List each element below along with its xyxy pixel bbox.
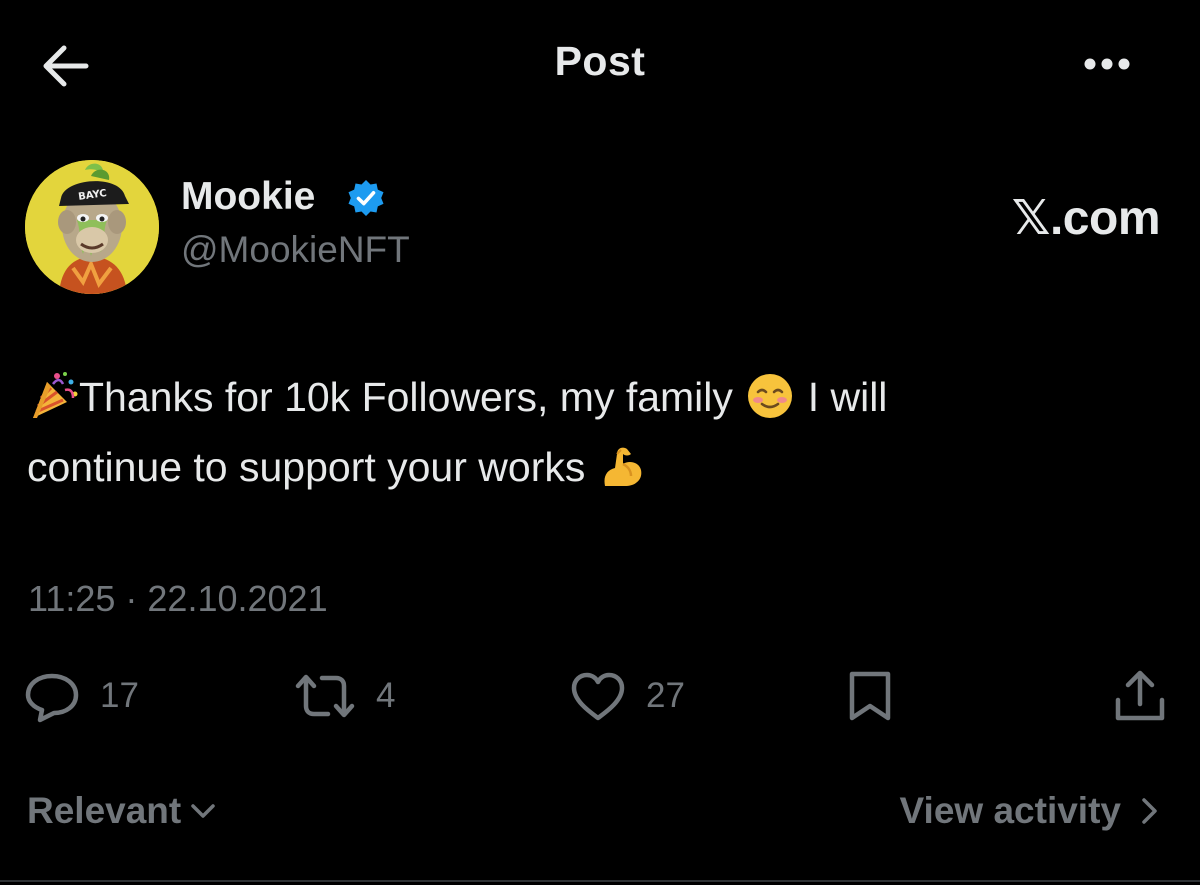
share-button[interactable]: [1110, 668, 1170, 724]
page-title: Post: [554, 38, 646, 84]
post-text-segment-2: I will: [796, 374, 888, 420]
flexed-biceps-icon: [604, 447, 642, 487]
party-popper-icon: [33, 372, 78, 419]
reply-button[interactable]: 17: [22, 668, 139, 724]
verified-badge-icon: [346, 178, 386, 218]
like-count: 27: [646, 676, 685, 715]
heart-icon: [571, 672, 625, 721]
post-text-segment-3: continue to support your works: [27, 444, 597, 490]
view-activity-label: View activity: [899, 790, 1121, 831]
post-timestamp[interactable]: 11:25 · 22.10.2021: [28, 578, 328, 620]
more-options-button[interactable]: [1080, 46, 1140, 82]
post-text-line-2: continue to support your works: [27, 432, 1167, 502]
relevant-sort-dropdown[interactable]: Relevant: [27, 790, 219, 832]
reply-count: 17: [100, 676, 139, 715]
x-com-watermark: 𝕏.com: [1011, 192, 1161, 245]
bookmark-button[interactable]: [842, 668, 898, 724]
more-horizontal-icon: [1084, 58, 1130, 70]
bored-ape-avatar-image: BAYC: [25, 160, 159, 294]
repost-count: 4: [376, 676, 396, 715]
like-button[interactable]: 27: [568, 668, 685, 724]
share-icon: [1115, 670, 1165, 721]
post-text: Thanks for 10k Followers, my family I wi…: [27, 362, 1167, 502]
author-handle[interactable]: @MookieNFT: [181, 229, 410, 271]
divider: [0, 880, 1200, 882]
repost-icon: [295, 674, 355, 718]
chevron-down-icon: [191, 804, 215, 818]
post-text-segment-1: Thanks for 10k Followers, my family: [79, 374, 745, 420]
repost-button[interactable]: 4: [292, 668, 395, 724]
post-text-line-1: Thanks for 10k Followers, my family I wi…: [27, 362, 1167, 432]
bookmark-icon: [849, 671, 891, 721]
author-display-name[interactable]: Mookie: [181, 175, 315, 219]
relevant-label: Relevant: [27, 790, 182, 831]
view-activity-link[interactable]: View activity: [900, 790, 1165, 832]
reply-icon: [25, 673, 79, 723]
avatar[interactable]: BAYC: [25, 160, 159, 294]
smiling-face-icon: [748, 374, 793, 419]
chevron-right-icon: [1142, 798, 1157, 824]
post-header: Post: [0, 0, 1200, 125]
